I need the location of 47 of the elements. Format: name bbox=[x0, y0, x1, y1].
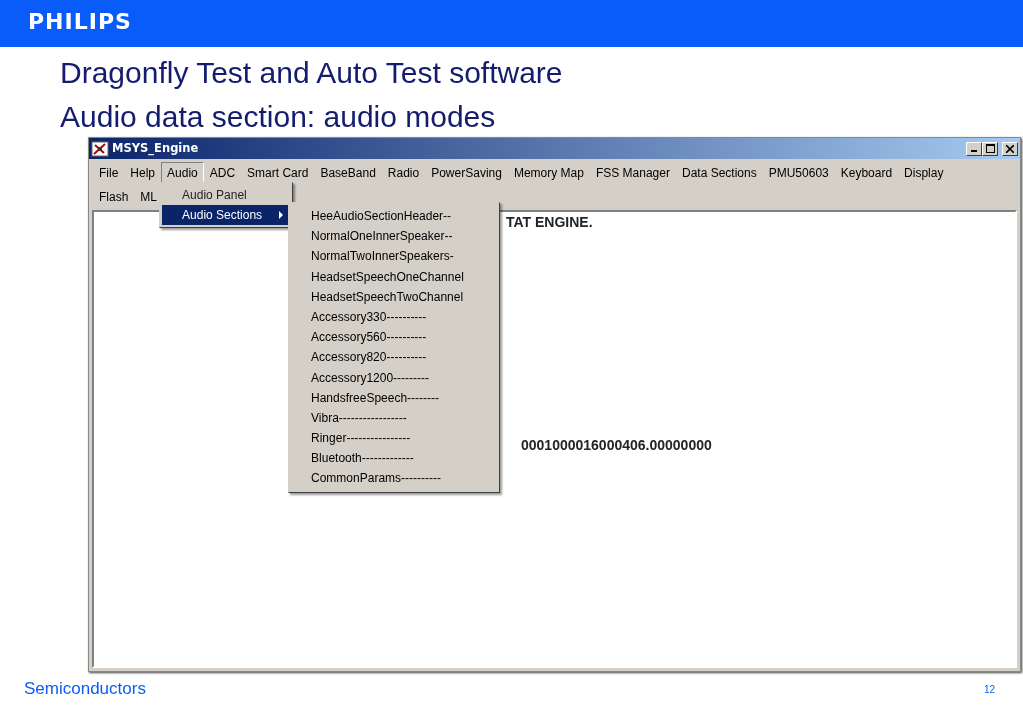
minimize-button[interactable] bbox=[966, 141, 982, 156]
maximize-icon bbox=[985, 144, 995, 153]
submenu-item[interactable]: Accessory820---------- bbox=[291, 347, 498, 368]
menu-item[interactable]: FSS Manager bbox=[589, 162, 676, 184]
window-title: MSYS_Engine bbox=[112, 139, 199, 158]
output-text: 0001000016000406.00000000 bbox=[521, 437, 712, 453]
submenu-item[interactable]: Accessory1200--------- bbox=[291, 367, 498, 388]
page-number: 12 bbox=[984, 683, 996, 697]
logo: PHILIPS bbox=[28, 8, 132, 36]
submenu-item[interactable]: Accessory560---------- bbox=[291, 327, 498, 348]
output-text: TAT ENGINE. bbox=[506, 214, 593, 230]
menu-item[interactable]: PMU50603 bbox=[762, 162, 835, 184]
submenu-item[interactable]: Vibra----------------- bbox=[291, 407, 498, 429]
submenu-item[interactable]: Ringer---------------- bbox=[291, 428, 498, 449]
minimize-icon bbox=[971, 149, 977, 152]
slide-title: Audio data section: audio modes bbox=[60, 99, 496, 135]
menu-item[interactable]: Smart Card bbox=[241, 162, 315, 184]
menu-item[interactable]: Display bbox=[898, 162, 950, 184]
menu-item[interactable]: Data Sections bbox=[675, 162, 763, 184]
submenu-item[interactable]: HeadsetSpeechOneChannel bbox=[291, 266, 498, 287]
submenu-item[interactable]: CommonParams---------- bbox=[291, 468, 498, 489]
maximize-button[interactable] bbox=[982, 141, 998, 156]
submenu-item[interactable]: Accessory330---------- bbox=[291, 306, 498, 328]
menu-item[interactable]: Flash bbox=[93, 186, 135, 208]
submenu-item[interactable]: NormalOneInnerSpeaker-- bbox=[291, 226, 498, 247]
menu-item[interactable]: Help bbox=[124, 162, 162, 184]
menu-item[interactable]: Radio bbox=[381, 162, 426, 184]
menu-item[interactable]: ML bbox=[134, 186, 163, 208]
submenu-item[interactable]: NormalTwoInnerSpeakers- bbox=[291, 246, 498, 267]
menu-item[interactable]: BaseBand bbox=[314, 162, 382, 184]
menu-item[interactable]: Audio Panel bbox=[162, 185, 291, 205]
submenu-item[interactable]: Bluetooth------------- bbox=[291, 448, 498, 469]
submenu-item[interactable]: HandsfreeSpeech-------- bbox=[291, 387, 498, 408]
menu-item[interactable]: PowerSaving bbox=[425, 162, 508, 184]
submenu-item[interactable]: HeadsetSpeechTwoChannel bbox=[291, 286, 498, 307]
close-icon bbox=[1006, 144, 1014, 153]
menu-item[interactable]: Keyboard bbox=[834, 162, 899, 184]
menu-item[interactable]: Memory Map bbox=[507, 162, 590, 184]
footer-text: Semiconductors bbox=[24, 678, 146, 700]
close-button[interactable] bbox=[1002, 141, 1018, 156]
slide-title: Dragonfly Test and Auto Test software bbox=[60, 55, 563, 91]
menu-item[interactable]: File bbox=[93, 162, 125, 184]
submenu-arrow-icon bbox=[279, 211, 285, 219]
app-icon bbox=[91, 140, 109, 157]
menu-item[interactable]: ADC bbox=[203, 162, 242, 184]
menu-item[interactable]: Audio Sections bbox=[162, 205, 291, 225]
submenu-item[interactable]: HeeAudioSectionHeader-- bbox=[291, 206, 498, 227]
